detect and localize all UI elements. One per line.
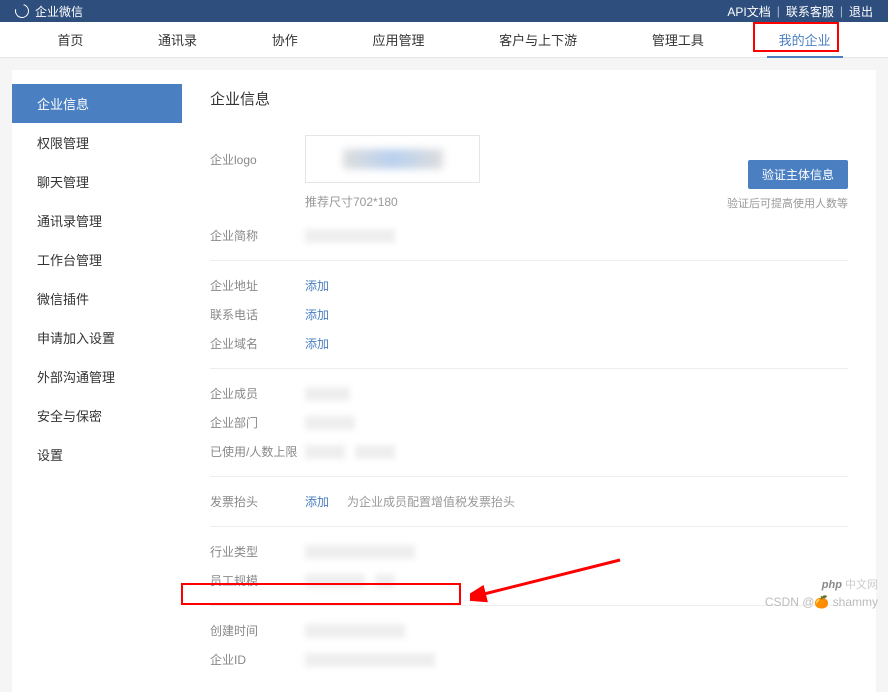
add-domain-link[interactable]: 添加 xyxy=(305,335,329,352)
link-support[interactable]: 联系客服 xyxy=(786,3,834,20)
label-members: 企业成员 xyxy=(210,385,305,402)
sidebar-item-external[interactable]: 外部沟通管理 xyxy=(12,357,182,396)
divider xyxy=(210,368,848,369)
value-depts xyxy=(305,416,355,430)
sidebar-item-permissions[interactable]: 权限管理 xyxy=(12,123,182,162)
sidebar: 企业信息 权限管理 聊天管理 通讯录管理 工作台管理 微信插件 申请加入设置 外… xyxy=(12,70,182,692)
separator: | xyxy=(777,4,780,18)
sidebar-item-security[interactable]: 安全与保密 xyxy=(12,396,182,435)
label-usage: 已使用/人数上限 xyxy=(210,443,305,460)
label-logo: 企业logo xyxy=(210,151,305,168)
add-address-link[interactable]: 添加 xyxy=(305,277,329,294)
label-address: 企业地址 xyxy=(210,277,305,294)
nav-home[interactable]: 首页 xyxy=(45,22,95,57)
label-scale: 员工规模 xyxy=(210,572,305,589)
label-company-id: 企业ID xyxy=(210,651,305,668)
divider xyxy=(210,526,848,527)
value-members xyxy=(305,387,350,401)
verify-button[interactable]: 验证主体信息 xyxy=(748,160,848,189)
divider xyxy=(210,476,848,477)
verify-hint: 验证后可提高使用人数等 xyxy=(727,195,848,211)
label-phone: 联系电话 xyxy=(210,306,305,323)
divider xyxy=(210,605,848,606)
value-usage-1 xyxy=(305,445,345,459)
sidebar-item-workbench[interactable]: 工作台管理 xyxy=(12,240,182,279)
divider xyxy=(210,260,848,261)
nav-apps[interactable]: 应用管理 xyxy=(360,22,436,57)
sidebar-item-info[interactable]: 企业信息 xyxy=(12,84,182,123)
value-industry xyxy=(305,545,415,559)
value-scale-1 xyxy=(305,574,365,588)
wecom-logo-icon xyxy=(12,1,31,20)
app-name: 企业微信 xyxy=(35,3,83,20)
invoice-desc: 为企业成员配置增值税发票抬头 xyxy=(347,493,515,510)
nav-my-company[interactable]: 我的企业 xyxy=(767,22,843,57)
label-industry: 行业类型 xyxy=(210,543,305,560)
sidebar-item-contacts[interactable]: 通讯录管理 xyxy=(12,201,182,240)
add-invoice-link[interactable]: 添加 xyxy=(305,493,329,510)
value-usage-2 xyxy=(355,445,395,459)
link-api-docs[interactable]: API文档 xyxy=(727,3,770,20)
nav-tools[interactable]: 管理工具 xyxy=(640,22,716,57)
label-domain: 企业域名 xyxy=(210,335,305,352)
label-depts: 企业部门 xyxy=(210,414,305,431)
label-invoice: 发票抬头 xyxy=(210,493,305,510)
label-create-time: 创建时间 xyxy=(210,622,305,639)
sidebar-item-chat[interactable]: 聊天管理 xyxy=(12,162,182,201)
nav-customers[interactable]: 客户与上下游 xyxy=(487,22,589,57)
label-short-name: 企业简称 xyxy=(210,227,305,244)
page-title: 企业信息 xyxy=(210,88,848,109)
sidebar-item-join-settings[interactable]: 申请加入设置 xyxy=(12,318,182,357)
nav-contacts[interactable]: 通讯录 xyxy=(146,22,209,57)
sidebar-item-settings[interactable]: 设置 xyxy=(12,435,182,474)
add-phone-link[interactable]: 添加 xyxy=(305,306,329,323)
top-nav: 首页 通讯录 协作 应用管理 客户与上下游 管理工具 我的企业 xyxy=(0,22,888,58)
value-company-id xyxy=(305,653,435,667)
watermark: php php 中文网中文网 CSDN @🍊 shammy xyxy=(765,577,878,612)
app-brand: 企业微信 xyxy=(15,3,83,20)
link-logout[interactable]: 退出 xyxy=(849,3,873,20)
separator: | xyxy=(840,4,843,18)
nav-collab[interactable]: 协作 xyxy=(260,22,310,57)
value-create-time xyxy=(305,624,405,638)
value-scale-2 xyxy=(375,574,395,588)
value-short-name xyxy=(305,229,395,243)
logo-preview[interactable] xyxy=(305,135,480,183)
sidebar-item-wechat-plugin[interactable]: 微信插件 xyxy=(12,279,182,318)
